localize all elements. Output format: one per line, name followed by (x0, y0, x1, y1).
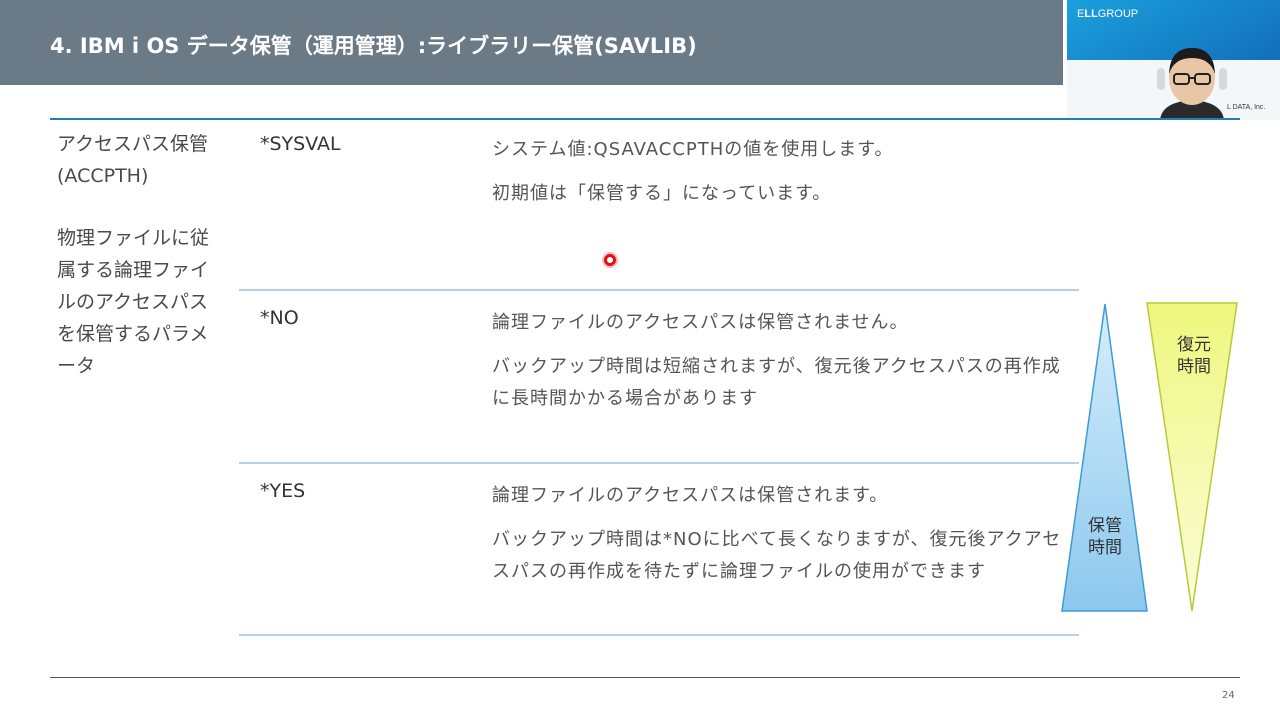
option-description-sysval: システム値:QSAVACCPTHの値を使用します。 初期値は「保管する」になって… (492, 134, 1070, 222)
presenter-avatar (1157, 48, 1227, 120)
backup-time-triangle (1061, 303, 1148, 612)
company-logo: ELLGROUP (1077, 8, 1138, 20)
option-value-sysval: *SYSVAL (260, 133, 341, 155)
parameter-description-line: 物理ファイルに従 (57, 227, 210, 249)
parameter-description-line: を保管するパラメ (57, 323, 209, 345)
webcam-overlay: ELLGROUP L DATA, Inc. (1067, 0, 1280, 120)
option-description-line: バックアップ時間は*NOに比べて長くなりますが、復元後アクアセスパスの再作成を待… (492, 529, 1062, 582)
option-description-yes: 論理ファイルのアクセスパスは保管されます。 バックアップ時間は*NOに比べて長く… (492, 480, 1070, 600)
row-divider (239, 462, 1079, 464)
slide-title: 4. IBM i OS データ保管（運用管理）:ライブラリー保管(SAVLIB) (50, 34, 697, 58)
parameter-name: アクセスパス保管 (ACCPTH) (57, 128, 232, 192)
backup-time-label: 保管 時間 (1075, 515, 1135, 559)
option-value-yes: *YES (260, 480, 306, 502)
backup-label-line: 時間 (1088, 538, 1122, 558)
title-bar: 4. IBM i OS データ保管（運用管理）:ライブラリー保管(SAVLIB) (0, 0, 1063, 85)
parameter-description: 物理ファイルに従 属する論理ファイ ルのアクセスパス を保管するパラメ ータ (57, 222, 232, 382)
option-value-no: *NO (260, 307, 299, 329)
footer-rule (50, 677, 1240, 678)
option-description-no: 論理ファイルのアクセスパスは保管されません。 バックアップ時間は短縮されますが、… (492, 307, 1070, 427)
page-number: 24 (1222, 690, 1235, 701)
parameter-name-line: アクセスパス保管 (57, 133, 209, 155)
logo-rest: GROUP (1097, 8, 1139, 20)
row-divider (239, 634, 1079, 636)
parameter-description-line: ータ (57, 355, 96, 377)
option-description-line: バックアップ時間は短縮されますが、復元後アクセスパスの再作成に長時間かかる場合が… (492, 356, 1061, 409)
header-rule (50, 118, 1240, 120)
logo-bold: LL (1084, 8, 1098, 20)
parameter-description-line: ルのアクセスパス (57, 291, 209, 313)
restore-label-line: 時間 (1177, 357, 1211, 377)
option-description-line: 論理ファイルのアクセスパスは保管されません。 (492, 312, 909, 333)
webcam-caption: L DATA, Inc. (1227, 104, 1266, 111)
option-description-line: 初期値は「保管する」になっています。 (492, 183, 832, 204)
laser-pointer (602, 252, 618, 268)
option-description-line: 論理ファイルのアクセスパスは保管されます。 (492, 485, 889, 506)
option-description-line: システム値:QSAVACCPTHの値を使用します。 (492, 139, 894, 160)
backup-label-line: 保管 (1088, 516, 1122, 536)
parameter-description-line: 属する論理ファイ (57, 259, 210, 281)
parameter-keyword: (ACCPTH) (57, 165, 149, 187)
restore-label-line: 復元 (1177, 335, 1211, 355)
row-divider (239, 289, 1079, 291)
restore-time-label: 復元 時間 (1164, 334, 1224, 378)
